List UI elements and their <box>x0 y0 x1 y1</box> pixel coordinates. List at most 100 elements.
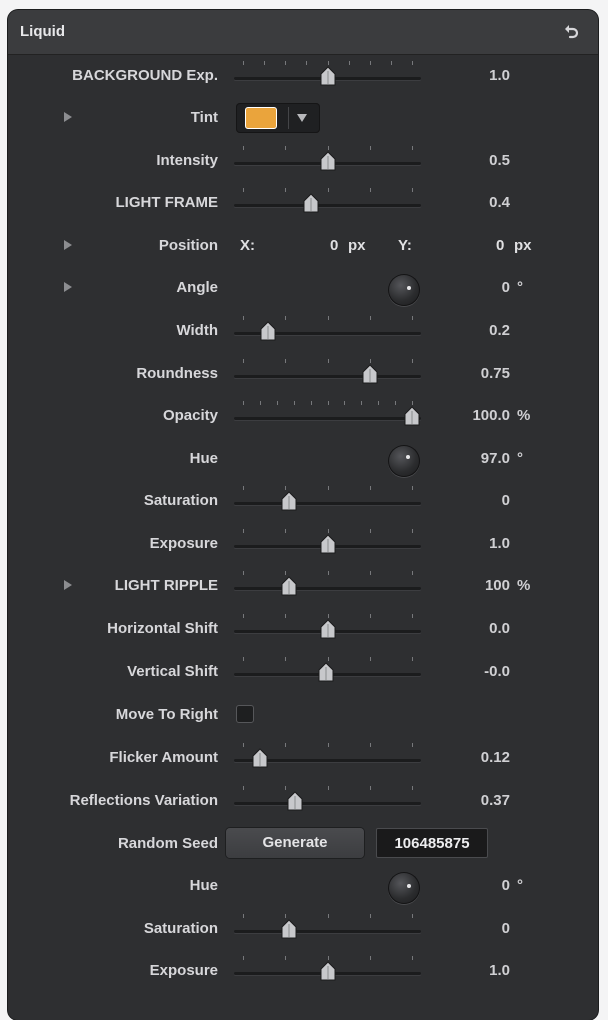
position-x-label: X: <box>240 237 255 254</box>
slider-tick <box>348 61 350 65</box>
slider-thumb-icon[interactable] <box>280 576 298 596</box>
knob-indicator-icon <box>407 286 411 290</box>
slider-thumb-icon[interactable] <box>319 619 337 639</box>
slider-thumb-icon[interactable] <box>403 406 421 426</box>
reflections-variation-value[interactable]: 0.37 <box>481 792 510 809</box>
hue-knob[interactable] <box>388 445 420 477</box>
roundness-value[interactable]: 0.75 <box>481 365 510 382</box>
hue-value[interactable]: 97.0 <box>481 450 510 467</box>
slider-tick <box>412 786 413 790</box>
hue-unit: ° <box>517 450 523 467</box>
slider-track[interactable] <box>234 375 421 378</box>
tint-swatch[interactable] <box>246 108 276 128</box>
panel-title: Liquid <box>20 23 65 40</box>
exposure-2-slider[interactable] <box>234 950 421 992</box>
tint-color-well[interactable] <box>236 103 320 133</box>
seed-input[interactable]: 106485875 <box>376 828 488 858</box>
exposure-2-value[interactable]: 1.0 <box>489 962 510 979</box>
opacity-slider[interactable] <box>234 395 421 437</box>
slider-track[interactable] <box>234 417 421 420</box>
tint-divider <box>288 107 289 129</box>
position-x-value[interactable]: 0 <box>330 237 338 254</box>
position-y-value[interactable]: 0 <box>496 237 504 254</box>
slider-track[interactable] <box>234 204 421 207</box>
background-exp-slider[interactable] <box>234 55 421 97</box>
angle-value[interactable]: 0 <box>502 279 510 296</box>
slider-tick <box>243 401 244 405</box>
slider-track[interactable] <box>234 802 421 805</box>
slider-thumb-icon[interactable] <box>302 193 320 213</box>
saturation-2-slider[interactable] <box>234 908 421 950</box>
knob-indicator-icon <box>407 884 411 888</box>
slider-track[interactable] <box>234 587 421 590</box>
liquid-panel: Liquid BACKGROUND Exp. 1.0 Tint Intensit… <box>8 10 598 1020</box>
row-light-ripple: LIGHT RIPPLE 100 % <box>8 565 598 607</box>
flicker-amount-value[interactable]: 0.12 <box>481 749 510 766</box>
angle-knob[interactable] <box>388 274 420 306</box>
slider-tick <box>243 188 244 192</box>
slider-thumb-icon[interactable] <box>280 919 298 939</box>
slider-tick <box>412 571 413 575</box>
slider-tick <box>285 571 287 575</box>
reset-arrow-icon[interactable] <box>561 22 581 42</box>
saturation-2-value[interactable]: 0 <box>502 920 510 937</box>
slider-track[interactable] <box>234 930 421 933</box>
slider-thumb-icon[interactable] <box>319 66 337 86</box>
slider-tick <box>327 657 329 661</box>
slider-tick <box>412 486 413 490</box>
slider-thumb-icon[interactable] <box>361 364 379 384</box>
slider-tick <box>264 61 266 65</box>
row-saturation: Saturation 0 <box>8 480 598 522</box>
slider-tick <box>243 529 244 533</box>
slider-tick <box>412 914 413 918</box>
tint-disclosure-icon[interactable] <box>64 112 72 122</box>
row-move-to-right: Move To Right <box>8 694 598 736</box>
angle-disclosure-icon[interactable] <box>64 282 72 292</box>
chevron-down-icon[interactable] <box>297 114 307 122</box>
slider-tick <box>327 61 329 65</box>
position-disclosure-icon[interactable] <box>64 240 72 250</box>
intensity-value[interactable]: 0.5 <box>489 152 510 169</box>
slider-tick <box>285 61 287 65</box>
slider-thumb-icon[interactable] <box>259 321 277 341</box>
vertical-shift-value[interactable]: -0.0 <box>484 663 510 680</box>
saturation-slider[interactable] <box>234 480 421 522</box>
vertical-shift-slider[interactable] <box>234 651 421 693</box>
light-ripple-disclosure-icon[interactable] <box>64 580 72 590</box>
hue-2-knob[interactable] <box>388 872 420 904</box>
generate-button[interactable]: Generate <box>226 828 364 858</box>
slider-thumb-icon[interactable] <box>319 961 337 981</box>
light-ripple-value[interactable]: 100 <box>485 577 510 594</box>
slider-thumb-icon[interactable] <box>280 491 298 511</box>
horizontal-shift-label: Horizontal Shift <box>107 620 218 637</box>
slider-thumb-icon[interactable] <box>319 151 337 171</box>
slider-tick <box>327 786 329 790</box>
opacity-value[interactable]: 100.0 <box>472 407 510 424</box>
slider-tick <box>369 571 371 575</box>
slider-track[interactable] <box>234 502 421 505</box>
width-value[interactable]: 0.2 <box>489 322 510 339</box>
slider-thumb-icon[interactable] <box>251 748 269 768</box>
slider-tick <box>395 401 397 405</box>
light-ripple-slider[interactable] <box>234 565 421 607</box>
light-frame-value[interactable]: 0.4 <box>489 194 510 211</box>
width-slider[interactable] <box>234 310 421 352</box>
hue-2-value[interactable]: 0 <box>502 877 510 894</box>
slider-thumb-icon[interactable] <box>286 791 304 811</box>
flicker-amount-slider[interactable] <box>234 737 421 779</box>
exposure-slider[interactable] <box>234 523 421 565</box>
move-to-right-checkbox[interactable] <box>236 705 254 723</box>
background-exp-value[interactable]: 1.0 <box>489 67 510 84</box>
horizontal-shift-value[interactable]: 0.0 <box>489 620 510 637</box>
light-frame-label: LIGHT FRAME <box>115 194 219 211</box>
saturation-value[interactable]: 0 <box>502 492 510 509</box>
exposure-value[interactable]: 1.0 <box>489 535 510 552</box>
light-frame-slider[interactable] <box>234 182 421 224</box>
slider-thumb-icon[interactable] <box>317 662 335 682</box>
roundness-slider[interactable] <box>234 353 421 395</box>
row-tint: Tint <box>8 97 598 139</box>
slider-thumb-icon[interactable] <box>319 534 337 554</box>
horizontal-shift-slider[interactable] <box>234 608 421 650</box>
reflections-variation-slider[interactable] <box>234 780 421 822</box>
intensity-slider[interactable] <box>234 140 421 182</box>
